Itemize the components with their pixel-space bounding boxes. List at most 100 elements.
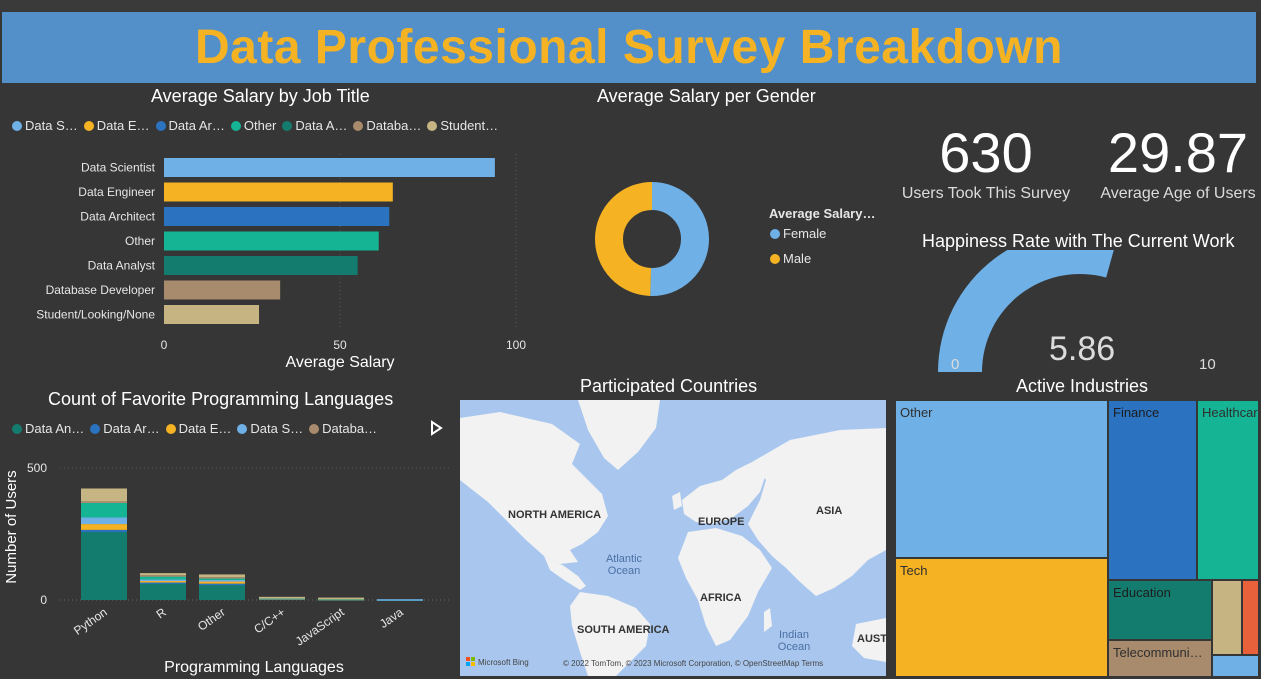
lang-chart-bar-segment[interactable] (81, 531, 127, 600)
kpi-users-card: 630 Users Took This Survey (898, 120, 1074, 203)
legend-dot (770, 253, 780, 264)
lang-chart-tick-label: 500 (27, 461, 47, 475)
industry-tile-label: Education (1113, 585, 1171, 600)
lang-chart-bar-segment[interactable] (140, 573, 186, 576)
job-chart-legend-item[interactable]: Data A… (282, 118, 347, 133)
job-chart-x-axis-label: Average Salary (285, 354, 394, 371)
map-label-asia: ASIA (816, 505, 842, 517)
lang-chart-bar-segment[interactable] (81, 488, 127, 502)
lang-chart-category-label: Other (195, 605, 228, 634)
job-chart-legend-item[interactable]: Other (230, 118, 277, 133)
lang-chart-bar-segment[interactable] (140, 579, 186, 582)
gender-legend-item[interactable]: Male (770, 251, 826, 266)
job-chart-bar[interactable] (164, 182, 393, 202)
lang-chart-legend-item[interactable]: Data S… (237, 421, 303, 436)
lang-chart-bar-segment[interactable] (199, 581, 245, 584)
kpi-age-value: 29.87 (1107, 121, 1249, 184)
legend-dot (230, 120, 241, 131)
legend-dot (237, 423, 248, 434)
lang-chart-bar-segment[interactable] (140, 581, 186, 583)
participated-countries-map[interactable]: NORTH AMERICA EUROPE ASIA AFRICA SOUTH A… (460, 400, 886, 676)
industry-tile-label: Tech (900, 563, 928, 578)
lang-chart-category-label: JavaScript (293, 605, 347, 649)
lang-chart-legend-item[interactable]: Databa… (309, 421, 377, 436)
lang-chart-bar-segment[interactable] (81, 502, 127, 518)
programming-languages-bar-chart: 0 500 Python R Other C/C++ JavaScript Java Numbe… (3, 461, 450, 676)
lang-chart-bar-segment[interactable] (199, 584, 245, 600)
job-chart-bar[interactable] (164, 256, 358, 275)
lang-chart-bar-segment[interactable] (81, 501, 127, 503)
job-chart-bar[interactable] (164, 158, 495, 177)
lang-chart-bar-segment[interactable] (140, 575, 186, 577)
kpi-age-label: Average Age of Users (1100, 185, 1256, 202)
gender-legend: Female Male (770, 226, 826, 276)
lang-chart-bar-segment[interactable] (140, 582, 186, 600)
job-chart-title: Average Salary by Job Title (151, 86, 370, 106)
industry-tile-label: Telecommuni… (1113, 645, 1203, 660)
gender-donut-slice[interactable] (650, 182, 709, 296)
legend-dot (12, 120, 22, 131)
industries-title: Active Industries (1016, 376, 1149, 396)
legend-label: Data E… (178, 421, 232, 436)
lang-chart-bar-segment[interactable] (81, 524, 127, 530)
lang-chart-bar-segment[interactable] (259, 596, 305, 599)
industry-tile-small[interactable] (1212, 580, 1242, 655)
legend-dot (90, 423, 101, 434)
map-attribution[interactable]: © 2022 TomTom, © 2023 Microsoft Corporat… (563, 659, 823, 668)
industry-tile-small[interactable] (1212, 655, 1259, 677)
lang-chart-bar-segment[interactable] (81, 517, 127, 525)
industry-tile-label: Finance (1113, 405, 1160, 420)
lang-chart-bar-segment[interactable] (140, 582, 186, 584)
lang-chart-legend-item[interactable]: Data E… (165, 421, 232, 436)
happiness-min: 0 (951, 356, 960, 373)
lang-chart-bar-segment[interactable] (377, 599, 423, 601)
job-chart-legend-item[interactable]: Student… (427, 118, 498, 133)
map-label-africa: AFRICA (700, 592, 742, 604)
industry-tile[interactable]: Education (1108, 580, 1212, 640)
job-chart-legend-item[interactable]: Data S… (12, 118, 78, 133)
lang-chart-category-label: Python (71, 605, 110, 638)
happiness-max: 10 (1199, 356, 1216, 373)
lang-chart-bar-segment[interactable] (199, 579, 245, 582)
legend-label: Other (243, 118, 277, 133)
lang-chart-bar-segment[interactable] (140, 576, 186, 580)
lang-chart-bar-segment[interactable] (199, 574, 245, 578)
gender-chart-title: Average Salary per Gender (597, 86, 816, 106)
industry-tile[interactable]: Healthcare (1197, 400, 1259, 580)
lang-chart-category-label: Java (377, 605, 406, 631)
job-chart-legend-item[interactable]: Data Ar… (155, 118, 225, 133)
lang-chart-category-label: C/C++ (251, 605, 287, 636)
industry-tile[interactable]: Other (895, 400, 1108, 558)
legend-label: Male (783, 251, 812, 266)
job-chart-bar[interactable] (164, 305, 260, 324)
legend-label: Databa… (366, 118, 422, 133)
lang-chart-bar-segment[interactable] (199, 577, 245, 579)
legend-label: Data A… (295, 118, 348, 133)
job-chart-legend-item[interactable]: Data E… (83, 118, 150, 133)
job-chart-legend-item[interactable]: Databa… (353, 118, 421, 133)
legend-label: Data Ar… (168, 118, 225, 133)
legend-label: Student… (440, 118, 499, 133)
industry-tile[interactable]: Tech (895, 558, 1108, 677)
lang-chart-legend-item[interactable]: Data An… (12, 421, 84, 436)
lang-chart-bar-segment[interactable] (199, 583, 245, 586)
job-chart-bar[interactable] (164, 280, 281, 300)
industry-tile[interactable]: Telecommuni… (1108, 640, 1212, 677)
job-chart-bar[interactable] (164, 231, 379, 251)
job-chart-category-label: Student/Looking/None (36, 308, 155, 322)
industry-tile-small[interactable] (1242, 580, 1259, 655)
industry-tile[interactable]: Finance (1108, 400, 1197, 580)
job-chart-bar[interactable] (164, 207, 390, 226)
gender-legend-item[interactable]: Female (770, 226, 826, 241)
lang-chart-bar-segment[interactable] (318, 597, 364, 600)
legend-label: Databa… (322, 421, 378, 436)
legend-dot (155, 120, 166, 131)
lang-chart-legend-item[interactable]: Data Ar… (90, 421, 160, 436)
job-chart-category-label: Other (125, 234, 155, 248)
gender-donut-slice[interactable] (595, 182, 653, 296)
legend-label: Female (783, 226, 827, 241)
lang-chart-bar-segment[interactable] (81, 529, 127, 532)
legend-label: Data An… (25, 421, 85, 436)
legend-next-page-icon[interactable] (429, 420, 443, 436)
legend-label: Data S… (250, 421, 304, 436)
